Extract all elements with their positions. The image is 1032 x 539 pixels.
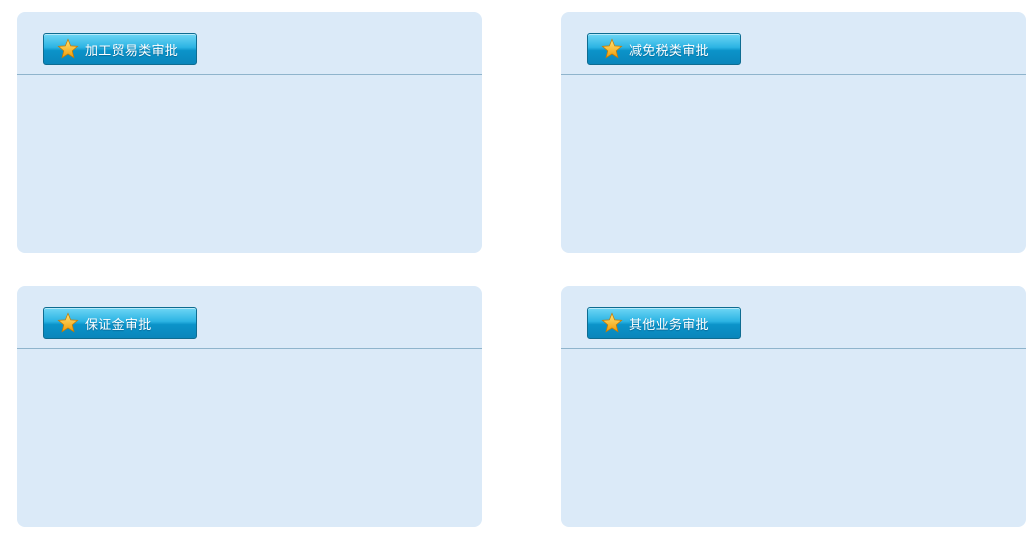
panel-body	[17, 76, 482, 253]
panel-title-label: 加工贸易类审批	[85, 43, 179, 59]
panel-body	[17, 350, 482, 527]
star-icon	[57, 312, 79, 333]
panel-tax-exemption-approval: 减免税类审批	[561, 12, 1026, 253]
panel-title-button[interactable]: 减免税类审批	[587, 33, 741, 65]
panel-title-button[interactable]: 加工贸易类审批	[43, 33, 197, 65]
panel-title-button[interactable]: 保证金审批	[43, 307, 197, 339]
star-icon	[57, 38, 79, 59]
panel-body	[561, 350, 1026, 527]
star-icon	[601, 312, 623, 333]
panel-header: 减免税类审批	[561, 12, 1026, 75]
panel-title-button[interactable]: 其他业务审批	[587, 307, 741, 339]
star-icon	[601, 38, 623, 59]
panel-title-label: 保证金审批	[85, 317, 152, 333]
panel-other-business-approval: 其他业务审批	[561, 286, 1026, 527]
panel-title-label: 其他业务审批	[629, 317, 709, 333]
panel-title-label: 减免税类审批	[629, 43, 709, 59]
panel-header: 其他业务审批	[561, 286, 1026, 349]
panel-header: 加工贸易类审批	[17, 12, 482, 75]
panel-deposit-approval: 保证金审批	[17, 286, 482, 527]
panel-processing-trade-approval: 加工贸易类审批	[17, 12, 482, 253]
panel-header: 保证金审批	[17, 286, 482, 349]
panel-body	[561, 76, 1026, 253]
